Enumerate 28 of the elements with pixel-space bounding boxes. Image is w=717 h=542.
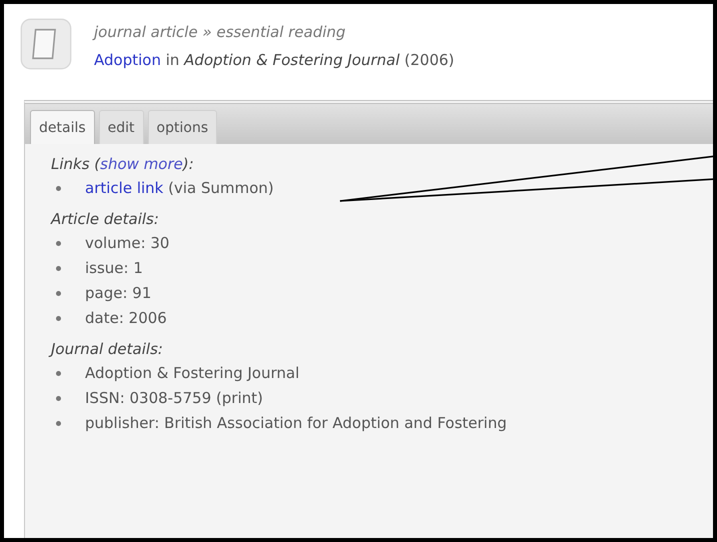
tab[interactable]: details [30,110,95,144]
document-icon [20,18,72,70]
bullet-icon [56,316,61,321]
breadcrumb-text: journal article » essential reading [94,22,347,43]
section-heading: Links (show more): [51,154,194,175]
section-heading: Article details: [51,209,159,230]
bullet-icon [56,241,61,246]
bullet-icon [56,186,61,191]
show-more-link[interactable]: show more [100,155,183,173]
list-item-text: publisher: British Association for Adoption and Fostering [85,413,507,434]
bullet-icon [56,291,61,296]
list-item-text: Adoption & Fostering Journal [85,363,300,384]
tab[interactable]: options [148,110,218,144]
citation-text: Adoption in Adoption & Fostering Journal (2006) [94,50,454,71]
list-item-text: page: 91 [85,283,152,304]
article-link[interactable]: article link [85,179,164,197]
bullet-icon [56,266,61,271]
bullet-icon [56,396,61,401]
list-item-text: ISSN: 0308-5759 (print) [85,388,263,409]
bullet-icon [56,421,61,426]
list-item-text: article link (via Summon) [85,178,274,199]
list-item-text: volume: 30 [85,233,170,254]
tab[interactable]: edit [98,110,144,144]
title-link[interactable]: Adoption [94,51,161,69]
list-item-text: issue: 1 [85,258,143,279]
list-item-text: date: 2006 [85,308,167,329]
section-heading: Journal details: [51,337,163,361]
bullet-icon [56,371,61,376]
